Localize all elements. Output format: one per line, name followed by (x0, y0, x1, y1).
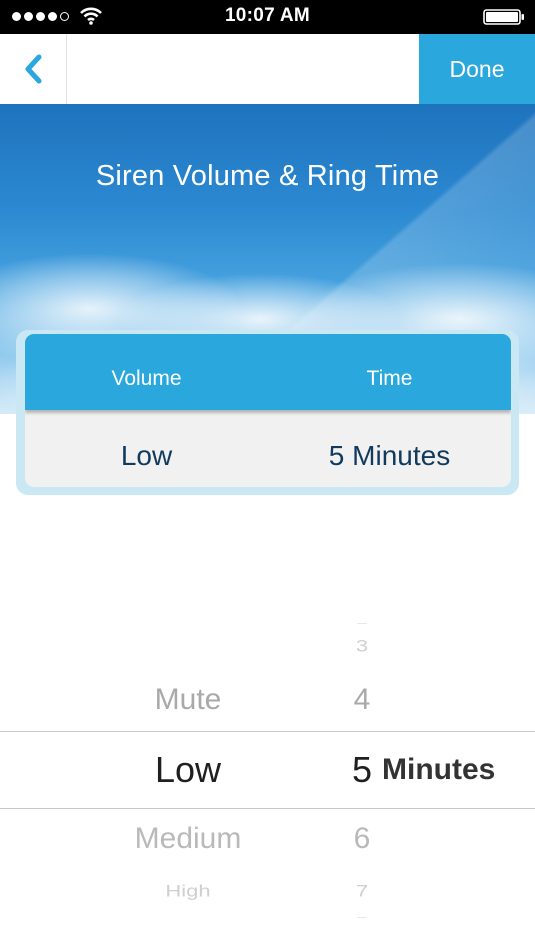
minutes-option-edge: ‒ (356, 617, 367, 628)
minutes-option[interactable]: 6 (332, 822, 392, 856)
volume-column-header: Volume (111, 367, 182, 390)
volume-option[interactable]: Mute (95, 683, 281, 717)
volume-value: Low (120, 440, 173, 471)
volume-option[interactable]: High (95, 881, 281, 901)
battery-icon (483, 9, 524, 25)
back-button[interactable] (0, 34, 67, 104)
time-value: 5 Minutes (328, 440, 451, 471)
status-bar: 10:07 AM (0, 0, 535, 34)
time-column-header: Time (366, 367, 413, 390)
minutes-option[interactable]: 3 (332, 636, 392, 656)
summary-card: Volume Time Low 5 Minutes (25, 334, 511, 487)
summary-values-row: Low 5 Minutes (25, 414, 511, 487)
minutes-unit-label: Minutes (382, 753, 496, 786)
navigation-bar: Done (0, 34, 535, 105)
volume-option[interactable]: Medium (95, 822, 281, 856)
chevron-left-icon (25, 54, 42, 84)
volume-option-selected[interactable]: Low (95, 749, 281, 791)
status-time: 10:07 AM (224, 5, 311, 26)
summary-header: Volume Time (25, 334, 511, 410)
minutes-option-edge: ‒ (356, 911, 367, 922)
page-title: Siren Volume & Ring Time (95, 160, 440, 192)
minutes-option[interactable]: 4 (332, 683, 392, 717)
minutes-option[interactable]: 7 (332, 881, 392, 901)
done-button[interactable]: Done (419, 34, 535, 104)
